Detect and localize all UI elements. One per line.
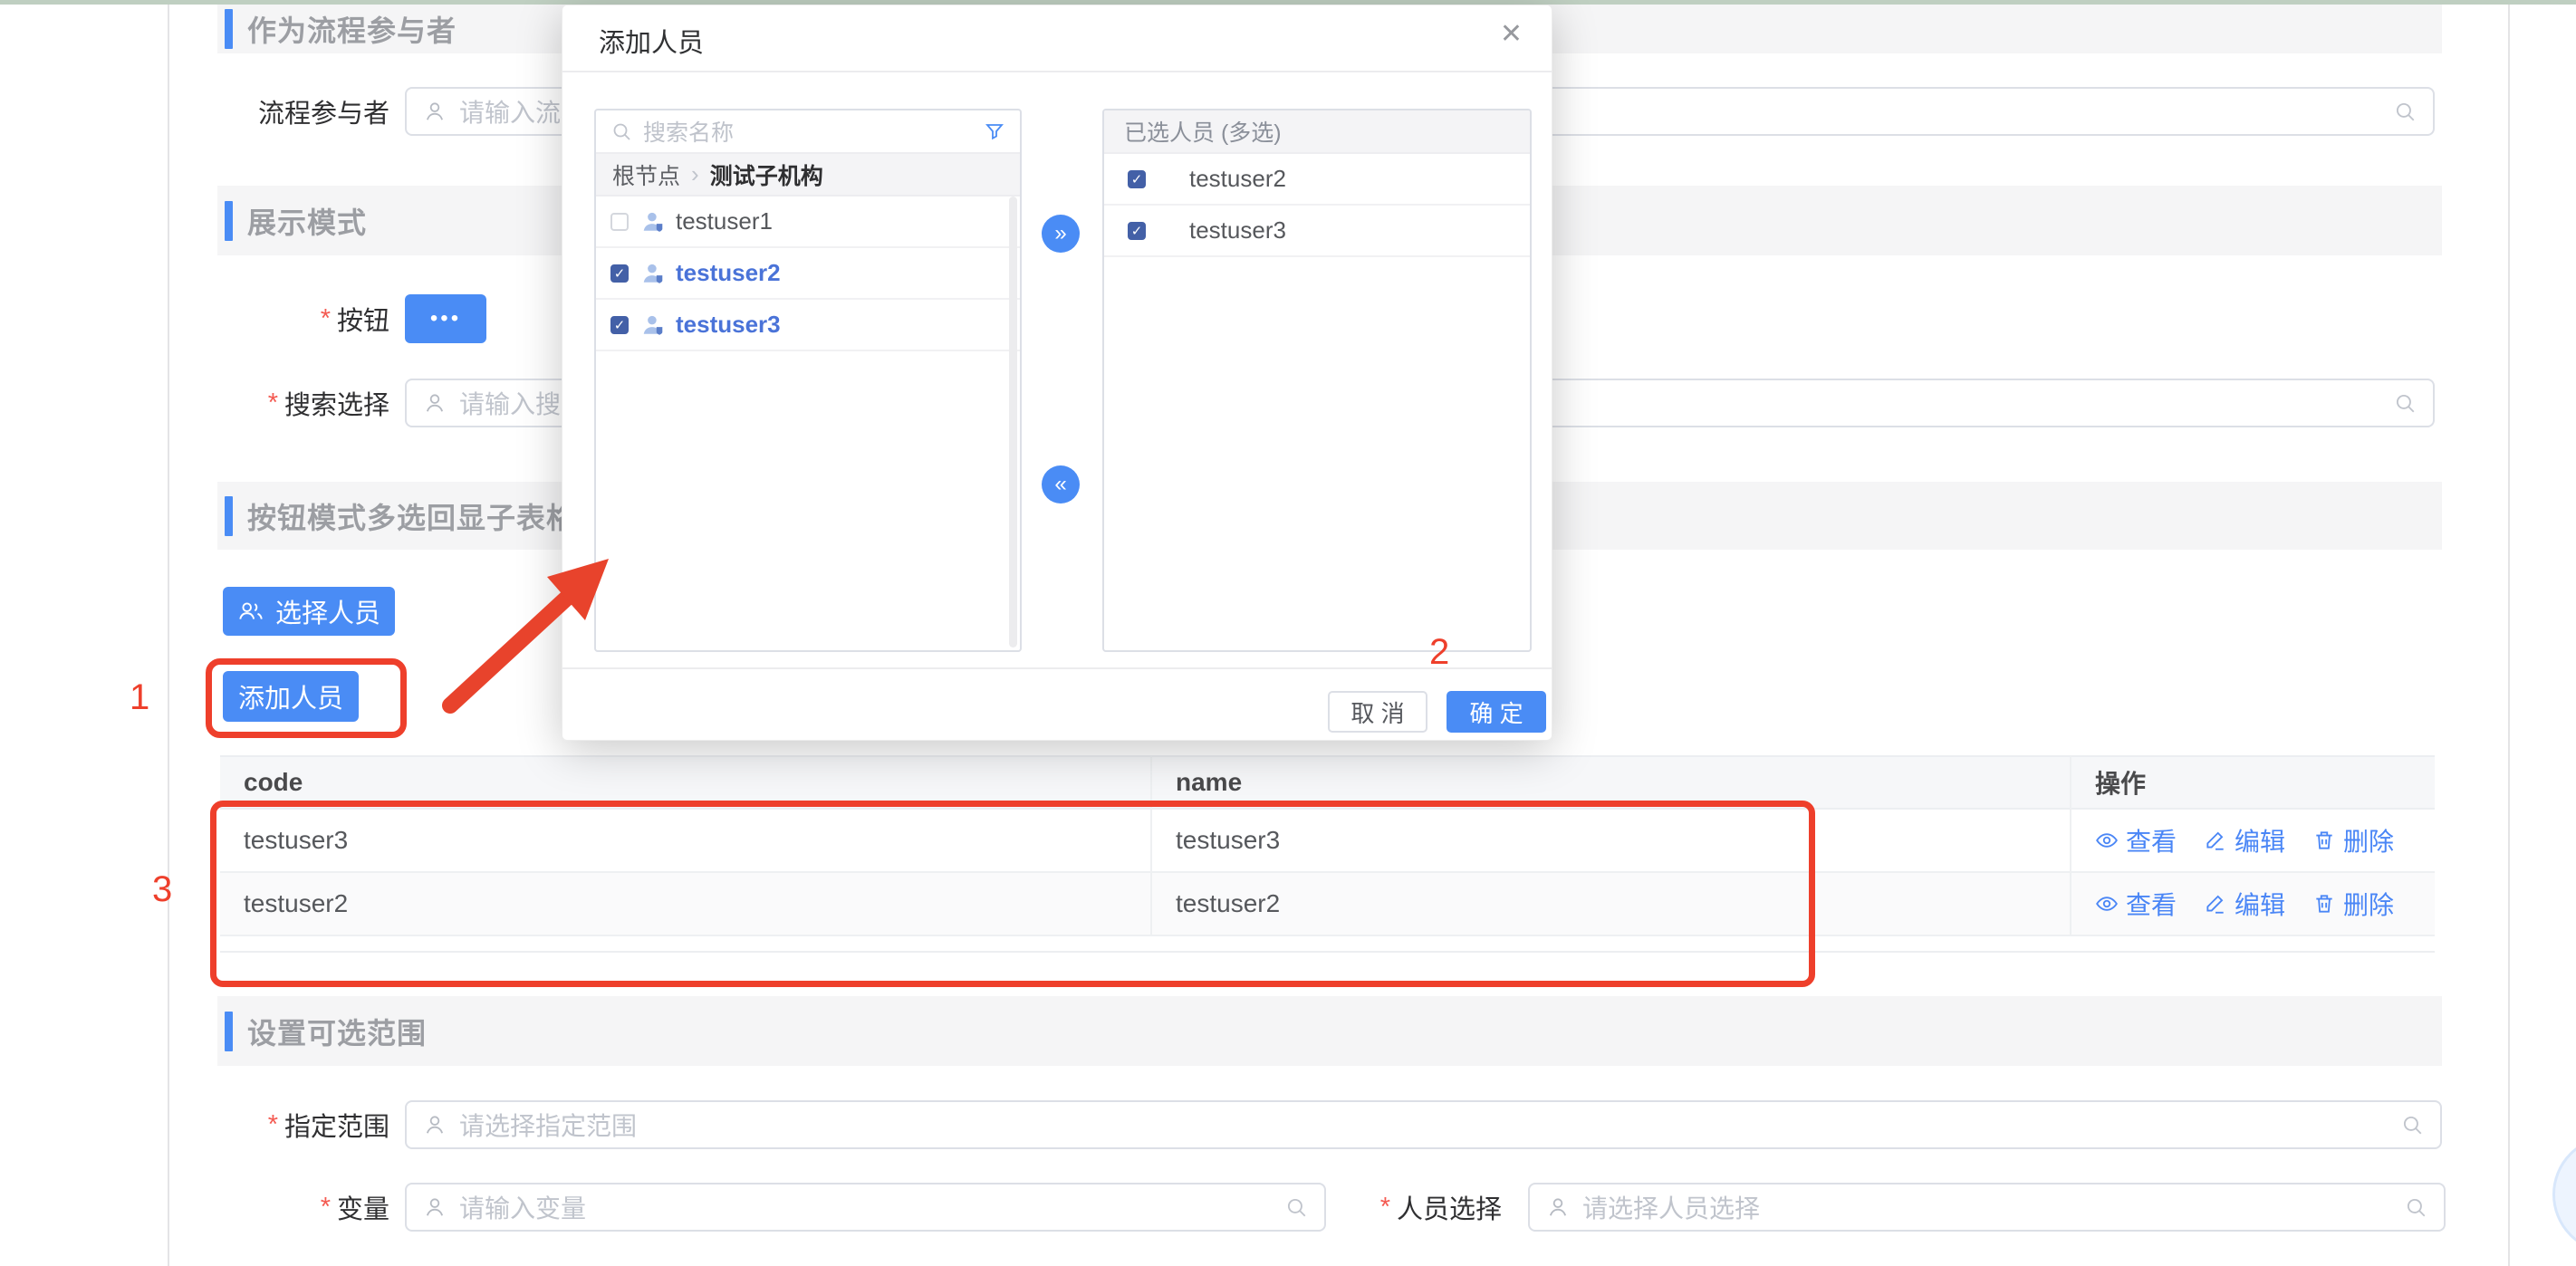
person-select-label: 人员选择 [1304, 1183, 1502, 1232]
annotation-box-table-rows [210, 801, 1815, 987]
org-user-panel: 搜索名称 根节点 › 测试子机构 testuser1 [594, 109, 1022, 652]
search-icon [2393, 100, 2417, 123]
floating-helper-button[interactable] [2552, 1136, 2576, 1253]
section-accent-bar [225, 1012, 233, 1051]
annotation-number-3: 3 [152, 869, 172, 910]
search-select-label: 搜索选择 [127, 379, 389, 427]
content-left-border [168, 5, 169, 1266]
select-person-label: 选择人员 [275, 592, 380, 630]
modal-search-box[interactable]: 搜索名称 [596, 110, 1020, 154]
view-link[interactable]: 查看 [2095, 822, 2177, 858]
add-person-modal: 添加人员 ✕ 搜索名称 根节点 › 测试子机构 [562, 5, 1552, 741]
col-header-actions: 操作 [2071, 755, 2435, 810]
user-name: testuser1 [676, 207, 773, 235]
section-title: 按钮模式多选回显子表格 [247, 495, 576, 537]
search-icon [2400, 1113, 2424, 1137]
annotation-box-add-person [206, 658, 407, 738]
section-accent-bar [225, 496, 233, 536]
people-icon [237, 599, 264, 623]
person-icon [423, 391, 447, 415]
chevron-right-icon: › [691, 160, 699, 188]
annotation-number-1: 1 [130, 677, 149, 718]
content-right-border [2508, 5, 2510, 1266]
user-list-item[interactable]: testuser3 [596, 300, 1020, 351]
person-icon [423, 1113, 447, 1137]
pencil-icon [2204, 892, 2227, 916]
modal-title: 添加人员 [599, 22, 704, 60]
search-icon [2404, 1195, 2427, 1219]
variable-label: 变量 [127, 1183, 389, 1232]
user-name: testuser3 [1189, 216, 1286, 245]
cell-actions: 查看 编辑 删除 [2071, 873, 2435, 936]
breadcrumb-root[interactable]: 根节点 [612, 158, 680, 191]
cell-actions: 查看 编辑 删除 [2071, 810, 2435, 873]
move-left-button[interactable]: « [1042, 465, 1080, 504]
view-link[interactable]: 查看 [2095, 886, 2177, 922]
selected-panel-title: 已选人员 (多选) [1124, 115, 1282, 148]
section-header-range: 设置可选范围 [217, 996, 2442, 1066]
breadcrumb: 根节点 › 测试子机构 [596, 154, 1020, 197]
assign-range-placeholder: 请选择指定范围 [459, 1107, 637, 1143]
delete-link[interactable]: 删除 [2312, 886, 2394, 922]
search-icon [610, 120, 632, 142]
selected-users-panel: 已选人员 (多选) testuser2 testuser3 [1102, 109, 1532, 652]
person-icon [1546, 1195, 1570, 1219]
section-accent-bar [225, 9, 233, 49]
section-title: 展示模式 [247, 200, 367, 242]
page: 作为流程参与者 流程参与者 请输入流程参与者 展示模式 按钮 ••• 搜索选择 … [0, 0, 2576, 1266]
section-title: 作为流程参与者 [247, 8, 457, 50]
variable-input[interactable]: 请输入变量 [405, 1183, 1326, 1232]
user-name: testuser2 [676, 259, 781, 287]
variable-placeholder: 请输入变量 [459, 1189, 586, 1225]
person-select-input[interactable]: 请选择人员选择 [1528, 1183, 2446, 1232]
eye-icon [2095, 892, 2119, 916]
user-name: testuser2 [1189, 165, 1286, 193]
person-icon [423, 1195, 447, 1219]
edit-link[interactable]: 编辑 [2204, 886, 2285, 922]
delete-link[interactable]: 删除 [2312, 822, 2394, 858]
modal-search-placeholder: 搜索名称 [643, 115, 734, 148]
trash-icon [2312, 892, 2336, 916]
scrollbar[interactable] [1009, 197, 1017, 647]
selected-user-item[interactable]: testuser3 [1104, 206, 1530, 257]
checkbox-checked[interactable] [610, 264, 629, 283]
filter-icon[interactable] [984, 120, 1005, 142]
edit-link[interactable]: 编辑 [2204, 822, 2285, 858]
user-name: testuser3 [676, 311, 781, 339]
section-title: 设置可选范围 [247, 1011, 427, 1052]
assign-range-label: 指定范围 [127, 1100, 389, 1149]
search-icon [2393, 391, 2417, 415]
modal-footer-divider [562, 667, 1552, 669]
user-avatar-icon [641, 210, 665, 234]
checkbox-unchecked[interactable] [610, 213, 629, 231]
selected-panel-header: 已选人员 (多选) [1104, 110, 1530, 154]
checkbox-checked[interactable] [1128, 222, 1146, 240]
confirm-button[interactable]: 确 定 [1447, 691, 1546, 733]
button-field-label: 按钮 [127, 294, 389, 343]
trash-icon [2312, 829, 2336, 852]
assign-range-input[interactable]: 请选择指定范围 [405, 1100, 2442, 1149]
user-list-item[interactable]: testuser1 [596, 197, 1020, 248]
checkbox-checked[interactable] [610, 316, 629, 334]
ellipsis-button[interactable]: ••• [405, 294, 486, 343]
section-accent-bar [225, 201, 233, 241]
user-avatar-icon [641, 313, 665, 337]
pencil-icon [2204, 829, 2227, 852]
close-icon[interactable]: ✕ [1500, 18, 1523, 50]
breadcrumb-current: 测试子机构 [710, 158, 823, 191]
annotation-number-2: 2 [1429, 632, 1449, 673]
user-avatar-icon [641, 262, 665, 285]
modal-header-divider [562, 71, 1552, 72]
person-icon [423, 100, 447, 123]
selected-user-item[interactable]: testuser2 [1104, 154, 1530, 206]
person-select-placeholder: 请选择人员选择 [1582, 1189, 1760, 1225]
checkbox-checked[interactable] [1128, 170, 1146, 188]
move-right-button[interactable]: » [1042, 215, 1080, 253]
select-person-button[interactable]: 选择人员 [223, 587, 395, 636]
participant-label: 流程参与者 [127, 87, 389, 136]
cancel-button[interactable]: 取 消 [1328, 691, 1427, 733]
user-list-item[interactable]: testuser2 [596, 248, 1020, 300]
eye-icon [2095, 829, 2119, 852]
